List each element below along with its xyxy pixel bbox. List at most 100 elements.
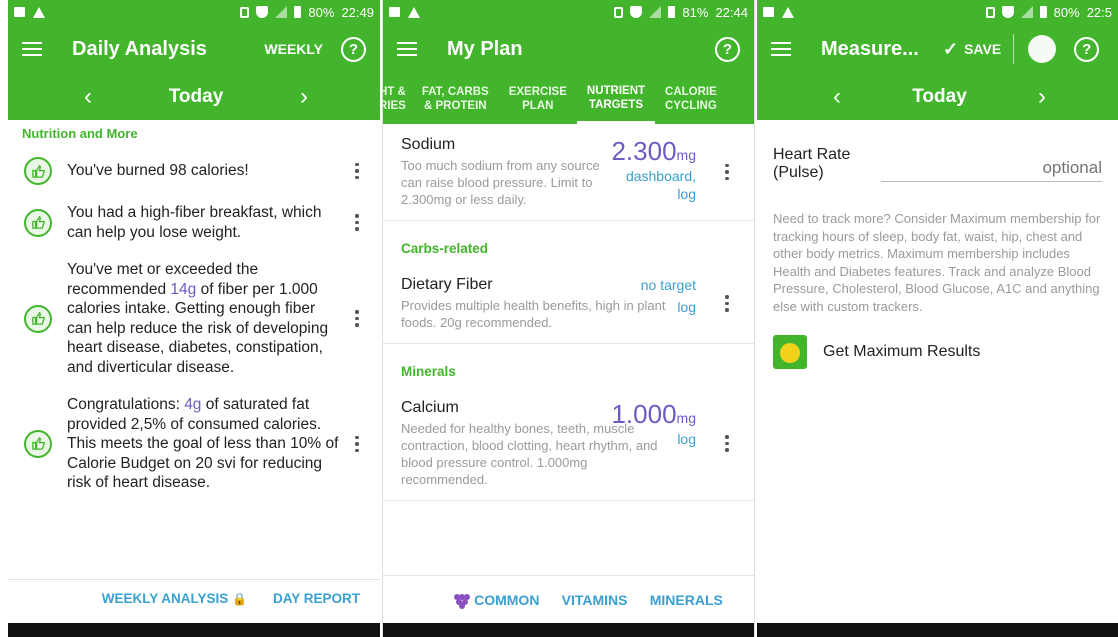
- tab-common[interactable]: COMMON: [454, 592, 539, 609]
- page-title: My Plan: [447, 37, 523, 60]
- more-options-icon[interactable]: [348, 162, 366, 180]
- page-title: Daily Analysis: [72, 37, 207, 60]
- get-maximum-results-button[interactable]: Get Maximum Results: [757, 315, 1118, 389]
- page-title: Measure...: [821, 37, 919, 60]
- clock: 22:44: [715, 4, 748, 20]
- list-item: You've met or exceeded the recommended 1…: [8, 248, 380, 383]
- heart-rate-input[interactable]: [881, 158, 1102, 182]
- next-day-button[interactable]: ›: [300, 83, 308, 111]
- my-plan-screen: 81% 22:44 My Plan ? HT &RIES FAT, CARBS&…: [382, 0, 755, 637]
- menu-icon[interactable]: [771, 42, 791, 56]
- lock-icon: 🔒: [232, 592, 247, 606]
- battery-percent: 81%: [682, 4, 709, 20]
- app-notification-icon: [408, 6, 420, 18]
- nutrient-description: Provides multiple health benefits, high …: [401, 298, 666, 330]
- vibrate-icon: [985, 6, 995, 18]
- signal-icon: [649, 6, 662, 18]
- tab-vitamins[interactable]: VITAMINS: [562, 592, 628, 608]
- tab-exercise-plan[interactable]: EXERCISE PLAN: [499, 74, 577, 124]
- vpn-icon: [630, 6, 643, 18]
- nutrient-row-sodium[interactable]: Sodium Too much sodium from any source c…: [383, 124, 754, 221]
- analysis-text: You had a high-fiber breakfast, which ca…: [67, 204, 322, 241]
- heart-rate-row: Heart Rate (Pulse): [757, 120, 1118, 190]
- tab-nutrient-targets[interactable]: NUTRIENT TARGETS: [576, 74, 656, 124]
- status-bar: 81% 22:44: [383, 0, 754, 24]
- heart-rate-label: Heart Rate (Pulse): [773, 146, 851, 181]
- list-item: You've burned 98 calories!: [8, 147, 380, 191]
- battery-percent: 80%: [1053, 4, 1080, 20]
- battery-icon: [668, 6, 676, 18]
- check-icon: ✓: [943, 38, 959, 59]
- previous-day-button[interactable]: ‹: [84, 83, 92, 111]
- system-nav-bar: [8, 623, 380, 637]
- analysis-text: You've met or exceeded the recommended 1…: [67, 261, 329, 376]
- app-bar: My Plan ?: [383, 24, 754, 74]
- measurements-screen: 80% 22:5 Measure... ✓ SAVE ? ‹ Today › He…: [757, 0, 1118, 637]
- date-navigator: ‹ Today ›: [757, 74, 1118, 120]
- app-bar: Measure... ✓ SAVE ?: [757, 24, 1118, 74]
- menu-icon[interactable]: [22, 42, 42, 56]
- thumbs-up-icon: [24, 157, 52, 185]
- nutrient-display-link[interactable]: log: [677, 298, 696, 316]
- upgrade-promo-text: Need to track more? Consider Maximum mem…: [773, 211, 1101, 314]
- next-day-button[interactable]: ›: [1038, 83, 1046, 111]
- plan-tabs: HT &RIES FAT, CARBS& PROTEIN EXERCISEPLA…: [383, 74, 754, 124]
- weekly-button[interactable]: WEEKLY: [264, 41, 323, 57]
- system-nav-bar: [383, 623, 754, 637]
- battery-percent: 80%: [308, 4, 335, 20]
- vibrate-icon: [614, 6, 624, 18]
- tab-weight-calories[interactable]: HT &RIES: [383, 74, 412, 124]
- fiber-amount: 14g: [170, 280, 197, 298]
- more-options-icon[interactable]: [348, 310, 366, 327]
- tab-minerals[interactable]: MINERALS: [650, 592, 723, 608]
- clock: 22:49: [341, 4, 374, 20]
- save-button[interactable]: ✓ SAVE: [943, 34, 1015, 64]
- list-item: Congratulations: 4g of saturated fat pro…: [8, 383, 380, 499]
- more-options-icon[interactable]: [718, 435, 736, 452]
- fat-amount: 4g: [184, 396, 202, 413]
- menu-icon[interactable]: [397, 42, 417, 56]
- nutrient-display-link[interactable]: dashboard, log: [605, 167, 696, 203]
- analysis-text: You've burned 98 calories!: [67, 162, 249, 180]
- nutrient-category-tabs: COMMON VITAMINS MINERALS: [383, 575, 754, 623]
- app-bar: Daily Analysis WEEKLY ?: [8, 24, 380, 74]
- tab-calorie-cycling[interactable]: CALORIE CYCLING: [655, 74, 727, 124]
- more-options-icon[interactable]: [348, 435, 366, 452]
- fruit-icon[interactable]: [1028, 35, 1057, 63]
- thumbs-up-icon: [24, 208, 52, 237]
- nutrient-target-value: 2.300mg: [611, 136, 696, 166]
- nutrient-row-fiber[interactable]: Dietary Fiber Provides multiple health b…: [383, 264, 754, 344]
- tab-fat-carbs-protein[interactable]: FAT, CARBS & PROTEIN: [412, 74, 499, 124]
- battery-icon: [294, 6, 302, 18]
- status-bar: 80% 22:5: [757, 0, 1118, 24]
- weekly-analysis-button[interactable]: WEEKLY ANALYSIS 🔒: [102, 591, 247, 606]
- day-report-button[interactable]: DAY REPORT: [273, 591, 360, 606]
- more-options-icon[interactable]: [718, 163, 736, 181]
- date-label[interactable]: Today: [912, 86, 967, 108]
- nutrient-name: Sodium: [401, 136, 456, 153]
- section-heading: Carbs-related: [401, 241, 489, 256]
- analysis-text: Congratulations: 4g of saturated fat pro…: [67, 396, 339, 491]
- nutrient-row-calcium[interactable]: Calcium Needed for healthy bones, teeth,…: [383, 387, 754, 501]
- more-options-icon[interactable]: [718, 295, 736, 312]
- date-label[interactable]: Today: [169, 86, 224, 108]
- nutrient-target-value[interactable]: no target: [641, 276, 696, 294]
- nutrient-display-link[interactable]: log: [677, 430, 696, 448]
- section-heading: Nutrition and More: [22, 126, 138, 141]
- image-notification-icon: [389, 7, 400, 17]
- help-icon[interactable]: ?: [715, 36, 740, 62]
- help-icon[interactable]: ?: [1074, 36, 1100, 62]
- signal-icon: [275, 6, 288, 18]
- clock: 22:5: [1086, 4, 1112, 20]
- date-navigator: ‹ Today ›: [8, 74, 380, 120]
- thumbs-up-icon: [24, 429, 52, 458]
- image-notification-icon: [14, 7, 25, 17]
- more-options-icon[interactable]: [348, 214, 366, 231]
- grapes-icon: [454, 592, 471, 609]
- help-icon[interactable]: ?: [341, 36, 366, 62]
- previous-day-button[interactable]: ‹: [833, 83, 841, 111]
- nutrient-description: Too much sodium from any source can rais…: [401, 158, 600, 207]
- image-notification-icon: [763, 7, 774, 17]
- vpn-icon: [256, 6, 269, 18]
- signal-icon: [1020, 6, 1033, 18]
